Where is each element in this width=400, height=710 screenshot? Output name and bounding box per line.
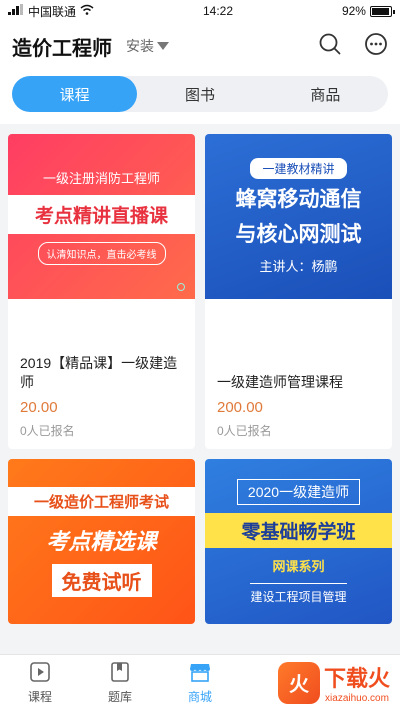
- carousel-dot-icon: [177, 283, 185, 291]
- thumb-tag: 认清知识点，直击必考线: [37, 242, 166, 265]
- nav-item-store[interactable]: 商城: [160, 655, 240, 710]
- course-info: 2019【精品课】一级建造师 20.00 0人已报名: [8, 299, 195, 449]
- tab-bar: 课程 图书 商品: [12, 76, 388, 112]
- thumb-headline: 考点精选课: [46, 528, 157, 554]
- course-card[interactable]: 2020一级建造师 零基础畅学班 网课系列 建设工程项目管理: [205, 459, 392, 624]
- thumb-headline: 蜂窝移动通信: [235, 188, 362, 212]
- course-price: 20.00: [20, 399, 58, 416]
- brand-logo: 火: [277, 661, 320, 704]
- thumb-headline-2: 免费试听: [51, 563, 152, 597]
- play-icon: [29, 661, 51, 686]
- course-title: 一级建造师管理课程: [217, 374, 343, 391]
- thumb-year: 2020一级建造师: [236, 478, 361, 505]
- thumb-headline-2: 与核心网测试: [235, 222, 362, 246]
- course-thumbnail: 一建教材精讲 蜂窝移动通信 与核心网测试 主讲人：杨鹏: [205, 134, 392, 299]
- thumb-headline: 考点精讲直播课: [8, 195, 195, 234]
- tab-courses[interactable]: 课程: [12, 76, 138, 112]
- course-card[interactable]: 一级造价工程师考试 考点精选课 免费试听: [8, 459, 195, 624]
- thumb-banner: 一级造价工程师考试: [8, 486, 195, 516]
- bottom-nav: 课程 题库 商城 火 下载火 xiazaihuo.com: [0, 654, 400, 710]
- battery-percent: 92%: [341, 4, 366, 18]
- course-thumbnail: 一级注册消防工程师 考点精讲直播课 认清知识点，直击必考线: [8, 134, 195, 299]
- header-actions: [318, 32, 388, 61]
- store-icon: [188, 661, 212, 686]
- thumb-subject: 建设工程项目管理: [250, 582, 347, 605]
- battery-level: [371, 7, 389, 15]
- brand-watermark: 火 下载火 xiazaihuo.com: [277, 655, 400, 710]
- nav-label: 商城: [187, 689, 212, 704]
- nav-item-questions[interactable]: 题库: [80, 655, 160, 710]
- thumb-series: 网课系列: [272, 558, 325, 574]
- install-label: 安装: [126, 38, 154, 54]
- status-left: 中国联通: [8, 3, 94, 20]
- tab-bar-container: 课程 图书 商品: [0, 70, 400, 124]
- course-grid: 一级注册消防工程师 考点精讲直播课 认清知识点，直击必考线 2019【精品课】一…: [0, 134, 400, 654]
- page-title: 造价工程师: [12, 37, 112, 60]
- course-thumbnail: 一级造价工程师考试 考点精选课 免费试听: [8, 459, 195, 624]
- nav-label: 课程: [27, 689, 52, 704]
- brand-url: xiazaihuo.com: [325, 693, 389, 704]
- app-header: 造价工程师 安装: [0, 22, 400, 70]
- caret-down-icon: [157, 42, 169, 50]
- nav-label: 题库: [107, 689, 132, 704]
- nav-item-courses[interactable]: 课程: [0, 655, 80, 710]
- tab-goods[interactable]: 商品: [263, 76, 388, 112]
- thumb-headline: 零基础畅学班: [205, 512, 392, 548]
- course-title: 2019【精品课】一级建造师: [20, 354, 178, 391]
- course-info: 一级建造师管理课程 200.00 0人已报名: [205, 299, 392, 449]
- battery-icon: [369, 5, 395, 17]
- tab-books[interactable]: 图书: [137, 76, 262, 112]
- wifi-icon: [80, 4, 94, 18]
- course-price: 200.00: [217, 399, 263, 416]
- enrolled-count: 0人已报名: [20, 424, 75, 438]
- course-card[interactable]: 一建教材精讲 蜂窝移动通信 与核心网测试 主讲人：杨鹏 一级建造师管理课程 20…: [205, 134, 392, 449]
- brand-text: 下载火 xiazaihuo.com: [324, 661, 390, 704]
- signal-icon: [8, 4, 24, 18]
- status-right: 92%: [341, 4, 395, 18]
- clock: 14:22: [202, 4, 233, 18]
- status-bar: 中国联通 14:22 92%: [0, 0, 400, 22]
- enrolled-count: 0人已报名: [217, 424, 272, 438]
- install-dropdown[interactable]: 安装: [126, 36, 169, 56]
- book-icon: [109, 661, 131, 686]
- thumb-subtitle: 一级注册消防工程师: [42, 171, 160, 186]
- course-card[interactable]: 一级注册消防工程师 考点精讲直播课 认清知识点，直击必考线 2019【精品课】一…: [8, 134, 195, 449]
- thumb-host: 主讲人：杨鹏: [259, 258, 338, 274]
- brand-name: 下载火: [323, 666, 390, 691]
- message-icon[interactable]: [364, 32, 388, 61]
- thumb-pill: 一建教材精讲: [250, 158, 347, 180]
- search-icon[interactable]: [318, 32, 342, 61]
- course-thumbnail: 2020一级建造师 零基础畅学班 网课系列 建设工程项目管理: [205, 459, 392, 624]
- carrier-label: 中国联通: [28, 4, 77, 19]
